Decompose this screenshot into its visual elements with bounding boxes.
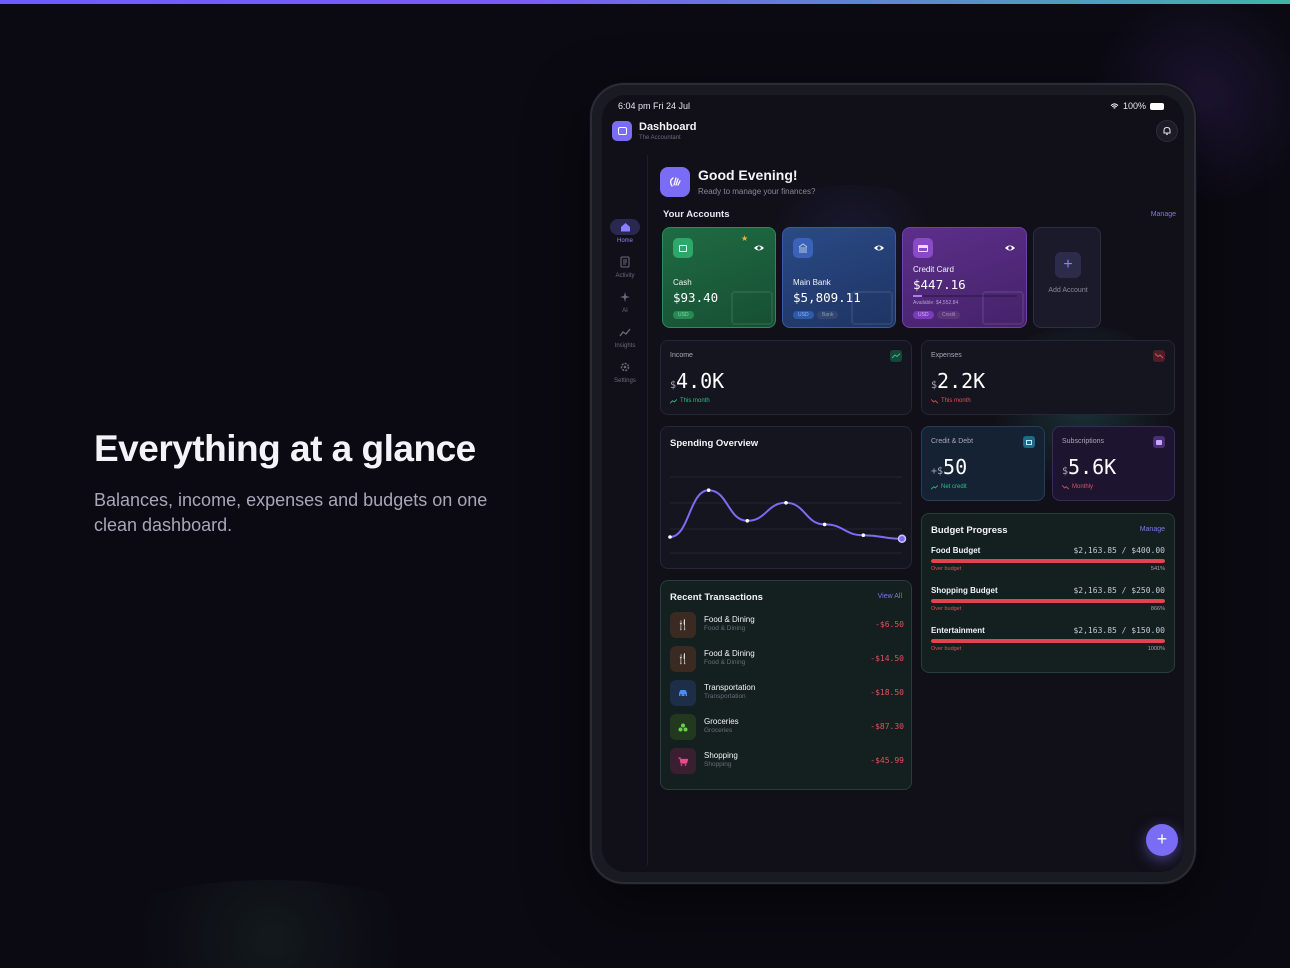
- status-right: 100%: [1110, 101, 1164, 111]
- transaction-row[interactable]: Groceries Groceries -$87.30: [670, 714, 904, 742]
- activity-icon: [620, 256, 630, 268]
- fork-knife-icon: 🍴: [670, 646, 696, 672]
- app-logo-icon: [612, 121, 632, 141]
- spending-point: [861, 533, 866, 537]
- spending-point: [897, 534, 907, 544]
- spending-title: Spending Overview: [670, 438, 759, 449]
- page-title: Dashboard: [639, 121, 697, 133]
- tablet-frame: 6:04 pm Fri 24 Jul 100% Dashboard The Ac…: [590, 83, 1196, 884]
- wallet-icon: [1023, 436, 1035, 448]
- spending-line: [669, 489, 903, 540]
- subscriptions-value: 5.6K: [1068, 455, 1117, 479]
- background-glow: [90, 880, 450, 968]
- spending-chart: [668, 476, 907, 554]
- account-balance: $93.40: [673, 290, 719, 305]
- greeting-title: Good Evening!: [698, 167, 798, 183]
- recent-transactions-card[interactable]: Recent Transactions View All 🍴 Food & Di…: [660, 580, 912, 790]
- budget-bar: [931, 639, 1165, 643]
- insights-icon: [619, 328, 631, 337]
- wave-hand-icon: [660, 167, 690, 197]
- lock-icon: [1153, 436, 1165, 448]
- add-transaction-button[interactable]: +: [1146, 824, 1178, 856]
- nav-activity[interactable]: Activity: [608, 254, 642, 279]
- credit-card-icon: [913, 238, 933, 258]
- bell-icon: [1163, 126, 1171, 135]
- transaction-row[interactable]: 🍴 Food & Dining Food & Dining -$6.50: [670, 612, 904, 640]
- budget-row: Shopping Budget $2,163.85 / $250.00 Over…: [931, 586, 1165, 612]
- sidebar: Home Activity AI Insights Settings: [602, 155, 648, 865]
- status-time: 6:04 pm Fri 24 Jul: [618, 101, 691, 111]
- transaction-row[interactable]: Shopping Shopping -$45.99: [670, 748, 904, 776]
- battery-percent: 100%: [1122, 101, 1146, 111]
- budget-bar: [931, 559, 1165, 563]
- add-account-button[interactable]: + Add Account: [1033, 227, 1101, 328]
- fork-knife-icon: 🍴: [670, 612, 696, 638]
- account-card-cash[interactable]: ★ Cash $93.40 USD: [662, 227, 776, 328]
- eye-icon[interactable]: [753, 242, 765, 254]
- gear-icon: [620, 362, 630, 372]
- account-card-main-bank[interactable]: Main Bank $5,809.11 USD Bank: [782, 227, 896, 328]
- groceries-icon: [670, 714, 696, 740]
- subscriptions-card[interactable]: Subscriptions $5.6K Monthly: [1052, 426, 1175, 501]
- currency-tag: USD: [673, 311, 694, 319]
- spending-point: [706, 488, 711, 492]
- account-card-credit-card[interactable]: Credit Card $447.16 Available: $4,552.84…: [902, 227, 1027, 328]
- wallet-icon: [673, 238, 693, 258]
- credit-debt-value: 50: [943, 455, 968, 479]
- expenses-value: 2.2K: [937, 369, 986, 393]
- credit-debt-card[interactable]: Credit & Debt +$50 Net credit: [921, 426, 1045, 501]
- home-icon: [620, 223, 630, 232]
- currency-tag: USD: [913, 311, 934, 319]
- accounts-manage-link[interactable]: Manage: [1151, 211, 1176, 218]
- transaction-row[interactable]: 🍴 Food & Dining Food & Dining -$14.50: [670, 646, 904, 674]
- battery-icon: [1150, 102, 1164, 110]
- income-value: 4.0K: [676, 369, 725, 393]
- plus-icon: +: [1055, 252, 1081, 278]
- hero-subtitle: Balances, income, expenses and budgets o…: [94, 490, 488, 535]
- bank-icon: [793, 238, 813, 258]
- transaction-row[interactable]: Transportation Transportation -$18.50: [670, 680, 904, 708]
- wifi-icon: [1110, 102, 1119, 109]
- budget-manage-link[interactable]: Manage: [1140, 526, 1165, 533]
- spending-overview-card[interactable]: Spending Overview: [660, 426, 912, 569]
- nav-ai[interactable]: AI: [608, 289, 642, 314]
- currency-tag: USD: [793, 311, 814, 319]
- notifications-button[interactable]: [1156, 120, 1178, 142]
- nav-home[interactable]: Home: [608, 219, 642, 244]
- budget-row: Food Budget $2,163.85 / $400.00 Over bud…: [931, 546, 1165, 572]
- income-card[interactable]: Income $4.0K This month: [660, 340, 912, 415]
- spending-point: [668, 535, 672, 539]
- budget-bar: [931, 599, 1165, 603]
- top-accent-line: [0, 0, 1290, 4]
- expenses-card[interactable]: Expenses $2.2K This month: [921, 340, 1175, 415]
- hero-title: Everything at a glance: [94, 428, 476, 469]
- spending-point: [745, 519, 750, 523]
- app-subtitle: The Accountant: [639, 135, 681, 141]
- sparkles-icon: [620, 292, 630, 302]
- accounts-title: Your Accounts: [663, 209, 730, 220]
- nav-settings[interactable]: Settings: [608, 359, 642, 384]
- type-tag: Bank: [817, 311, 839, 319]
- car-icon: [670, 680, 696, 706]
- type-tag: Credit: [937, 311, 961, 319]
- star-icon: ★: [741, 234, 749, 243]
- trend-up-icon: [890, 350, 902, 362]
- cart-icon: [670, 748, 696, 774]
- eye-icon[interactable]: [1004, 242, 1016, 254]
- available-credit: Available: $4,552.84: [913, 300, 959, 306]
- greeting-subtitle: Ready to manage your finances?: [698, 187, 816, 196]
- budget-row: Entertainment $2,163.85 / $150.00 Over b…: [931, 626, 1165, 652]
- trend-down-icon: [1153, 350, 1165, 362]
- view-all-link[interactable]: View All: [878, 593, 902, 600]
- nav-insights[interactable]: Insights: [608, 324, 642, 349]
- budget-progress-card[interactable]: Budget Progress Manage Food Budget $2,16…: [921, 513, 1175, 673]
- transactions-title: Recent Transactions: [670, 592, 763, 603]
- app-screen: 6:04 pm Fri 24 Jul 100% Dashboard The Ac…: [602, 95, 1184, 872]
- spending-point: [822, 522, 827, 527]
- eye-icon[interactable]: [873, 242, 885, 254]
- account-balance: $447.16: [913, 277, 966, 292]
- budget-title: Budget Progress: [931, 525, 1008, 536]
- spending-point: [784, 501, 788, 505]
